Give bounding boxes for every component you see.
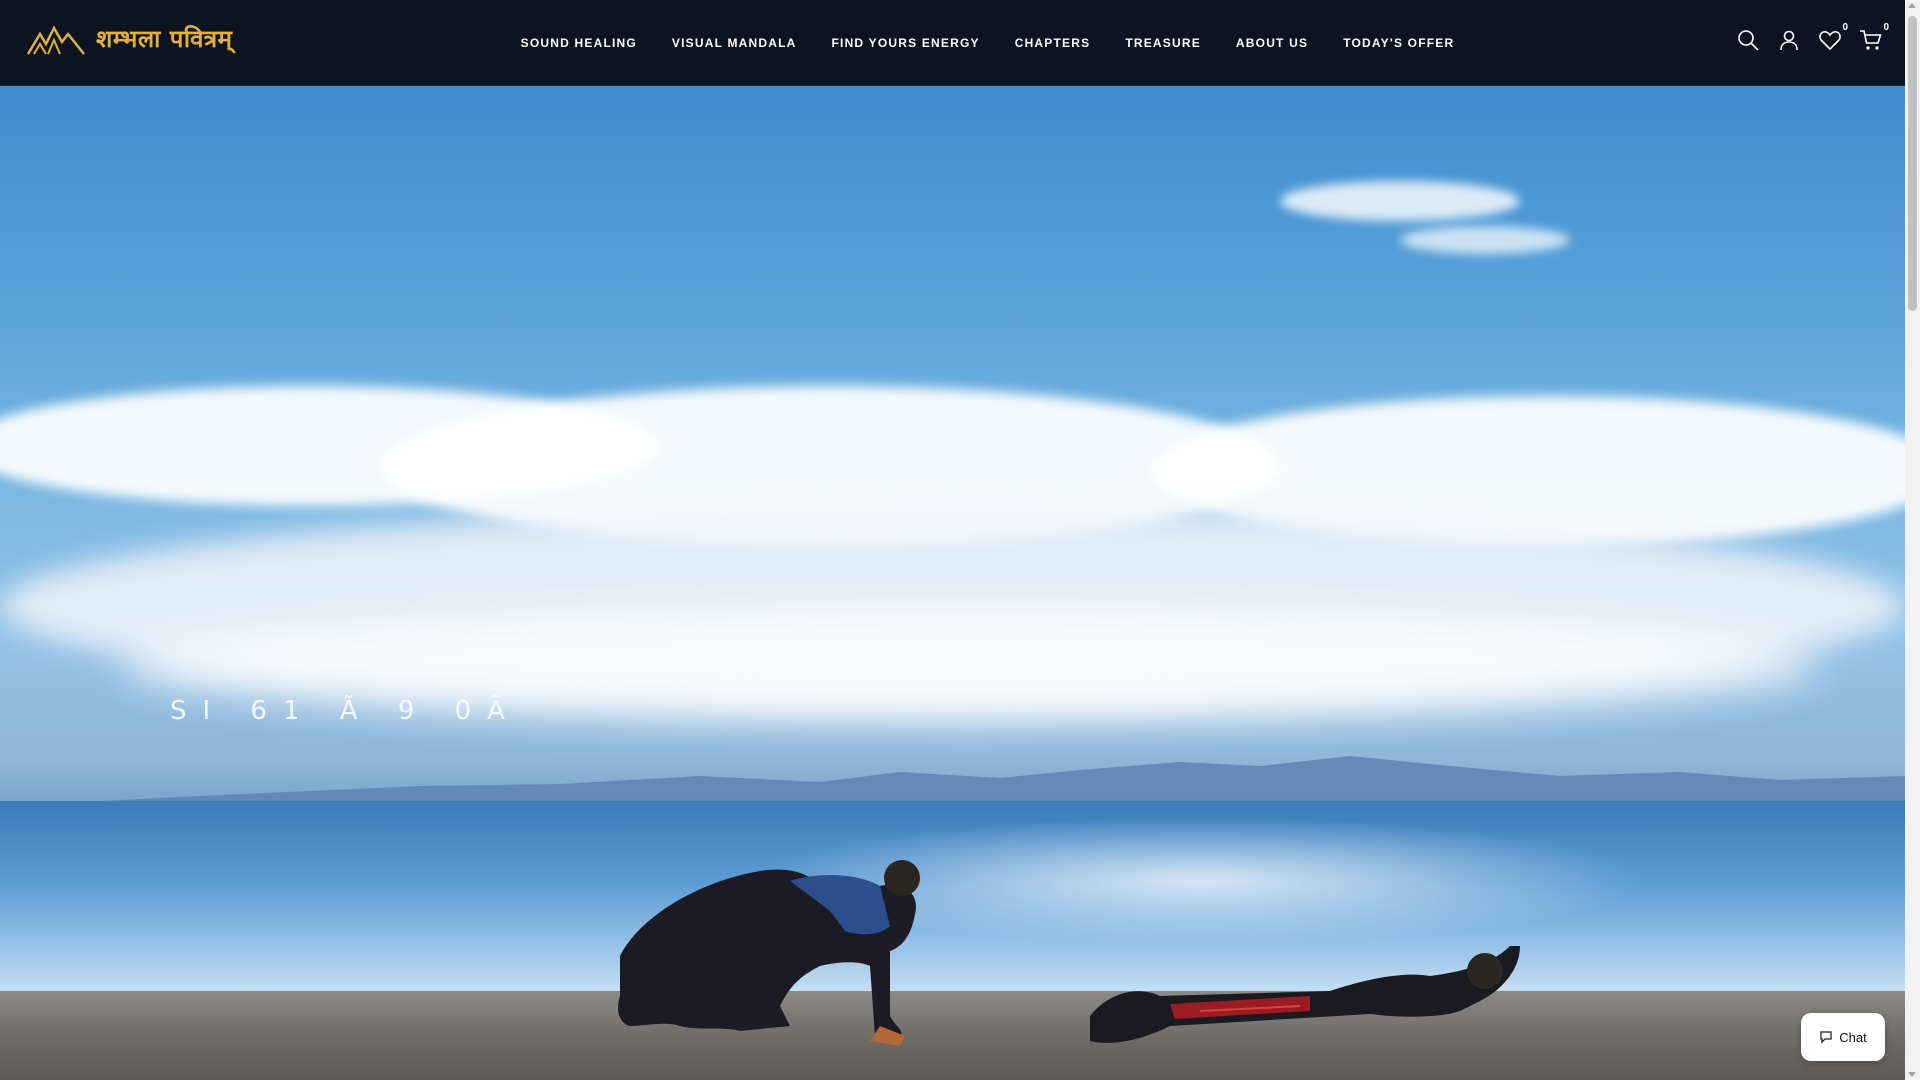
search-icon[interactable] — [1736, 28, 1760, 52]
site-header: शम्भला पवित्रम् SOUND HEALING VISUAL MAN… — [0, 0, 1905, 86]
chat-button[interactable]: Chat — [1801, 1013, 1885, 1061]
nav-item-chapters[interactable]: CHAPTERS — [1015, 36, 1091, 50]
hero-video[interactable]: SI 61 Ã 9 0Ã — [0, 86, 1905, 1080]
nav-item-find-yours-energy[interactable]: FIND YOURS ENERGY — [832, 36, 980, 50]
chat-label: Chat — [1839, 1029, 1867, 1045]
user-icon[interactable] — [1777, 28, 1801, 52]
page-scrollbar[interactable] — [1905, 0, 1920, 1080]
nav-item-visual-mandala[interactable]: VISUAL MANDALA — [672, 36, 797, 50]
cloud — [1400, 226, 1570, 254]
hero-overlay-text: SI 61 Ã 9 0Ã — [170, 696, 521, 726]
prostrating-pilgrims — [618, 860, 1520, 1046]
cart-count-badge: 0 — [1883, 22, 1889, 33]
chat-bubble-icon — [1820, 1031, 1832, 1044]
nav-item-sound-healing[interactable]: SOUND HEALING — [521, 36, 637, 50]
scroll-up-arrow-icon[interactable] — [1908, 3, 1916, 8]
scroll-down-arrow-icon[interactable] — [1908, 1072, 1916, 1077]
wishlist-heart-icon[interactable]: 0 — [1818, 22, 1848, 52]
scroll-thumb[interactable] — [1908, 16, 1917, 311]
cloud — [1280, 181, 1520, 221]
cart-icon[interactable]: 0 — [1859, 22, 1889, 52]
nav-item-todays-offer[interactable]: TODAY'S OFFER — [1343, 36, 1454, 50]
wishlist-count-badge: 0 — [1842, 22, 1848, 33]
header-icons: 0 0 — [1736, 22, 1889, 52]
nav-item-treasure[interactable]: TREASURE — [1125, 36, 1201, 50]
nav-item-about-us[interactable]: ABOUT US — [1236, 36, 1308, 50]
main-nav: SOUND HEALING VISUAL MANDALA FIND YOURS … — [0, 0, 1905, 86]
